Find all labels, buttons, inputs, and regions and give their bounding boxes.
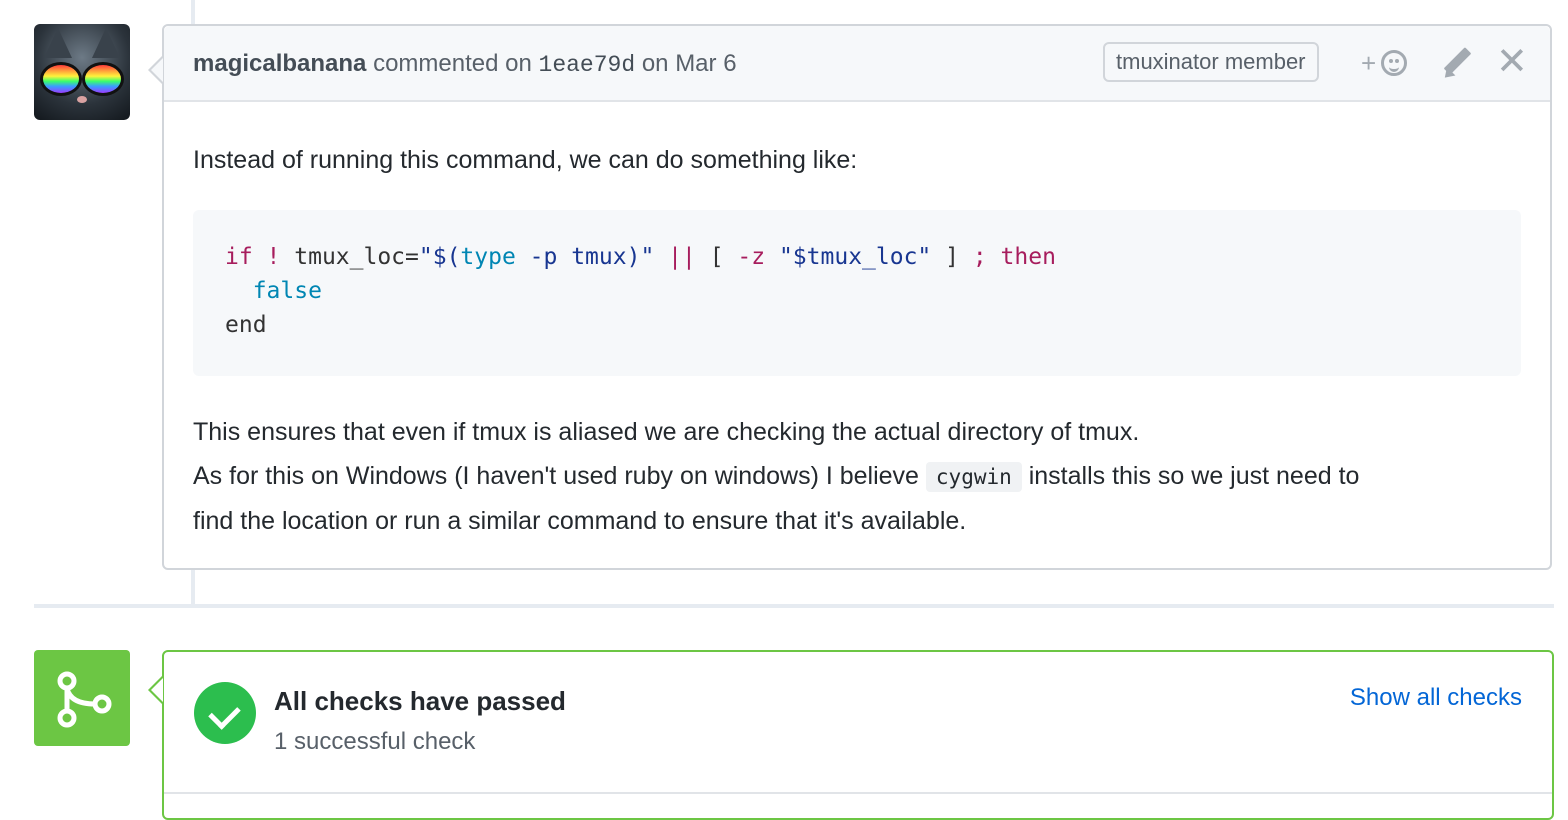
comment-box: magicalbanana commented on 1eae79d on Ma… bbox=[148, 24, 1552, 570]
show-all-checks-link[interactable]: Show all checks bbox=[1350, 684, 1522, 712]
avatar-ear-right bbox=[92, 28, 120, 58]
comment-intro: Instead of running this command, we can … bbox=[193, 146, 858, 174]
close-icon[interactable]: ✕ bbox=[1496, 42, 1528, 82]
checks-title: All checks have passed bbox=[274, 686, 566, 716]
smiley-icon bbox=[1381, 50, 1407, 76]
role-badge: tmuxinator member bbox=[1103, 42, 1319, 82]
comment-header: magicalbanana commented on 1eae79d on Ma… bbox=[164, 26, 1550, 102]
avatar-lens-right bbox=[82, 62, 124, 96]
timeline-line-top bbox=[191, 0, 195, 24]
avatar-lens-left bbox=[40, 62, 82, 96]
plus-icon: + bbox=[1361, 48, 1377, 78]
timeline-divider bbox=[34, 604, 1554, 608]
check-icon bbox=[194, 682, 256, 744]
paragraph-line-3: find the location or run a similar comma… bbox=[193, 507, 967, 535]
comment-caret-inner bbox=[151, 58, 163, 82]
paragraph-line-1: This ensures that even if tmux is aliase… bbox=[193, 418, 1140, 446]
commit-sha-link[interactable]: 1eae79d bbox=[539, 52, 636, 78]
avatar-nose bbox=[77, 96, 87, 103]
checks-caret-inner bbox=[151, 678, 163, 702]
avatar-ear-left bbox=[44, 28, 72, 58]
author-avatar[interactable] bbox=[34, 24, 130, 120]
merge-status-badge bbox=[34, 650, 130, 746]
checks-box: All checks have passed 1 successful chec… bbox=[148, 650, 1554, 820]
comment-action: commented on bbox=[373, 50, 532, 77]
code-block: if ! tmux_loc="$(type -p tmux)" || [ -z … bbox=[193, 210, 1521, 376]
paragraph-line-2: As for this on Windows (I haven't used r… bbox=[193, 462, 1360, 492]
date-prefix: on bbox=[641, 50, 669, 77]
comment-paragraph: This ensures that even if tmux is aliase… bbox=[193, 410, 1359, 543]
comment-date[interactable]: Mar 6 bbox=[675, 50, 736, 77]
timeline-line-middle bbox=[191, 570, 195, 604]
code-line-3: end bbox=[225, 312, 267, 338]
add-reaction-button[interactable]: + bbox=[1361, 46, 1417, 82]
code-line-2: false bbox=[252, 278, 322, 304]
comment-meta: magicalbanana commented on 1eae79d on Ma… bbox=[193, 50, 737, 78]
checks-subtitle: 1 successful check bbox=[274, 728, 476, 755]
checks-separator bbox=[164, 792, 1552, 794]
author-link[interactable]: magicalbanana bbox=[193, 50, 366, 77]
code-line-1: if ! tmux_loc="$(type -p tmux)" || [ -z … bbox=[225, 244, 1056, 270]
edit-comment-button[interactable] bbox=[1438, 46, 1474, 82]
inline-code-cygwin: cygwin bbox=[925, 462, 1022, 492]
git-merge-icon bbox=[57, 671, 112, 728]
